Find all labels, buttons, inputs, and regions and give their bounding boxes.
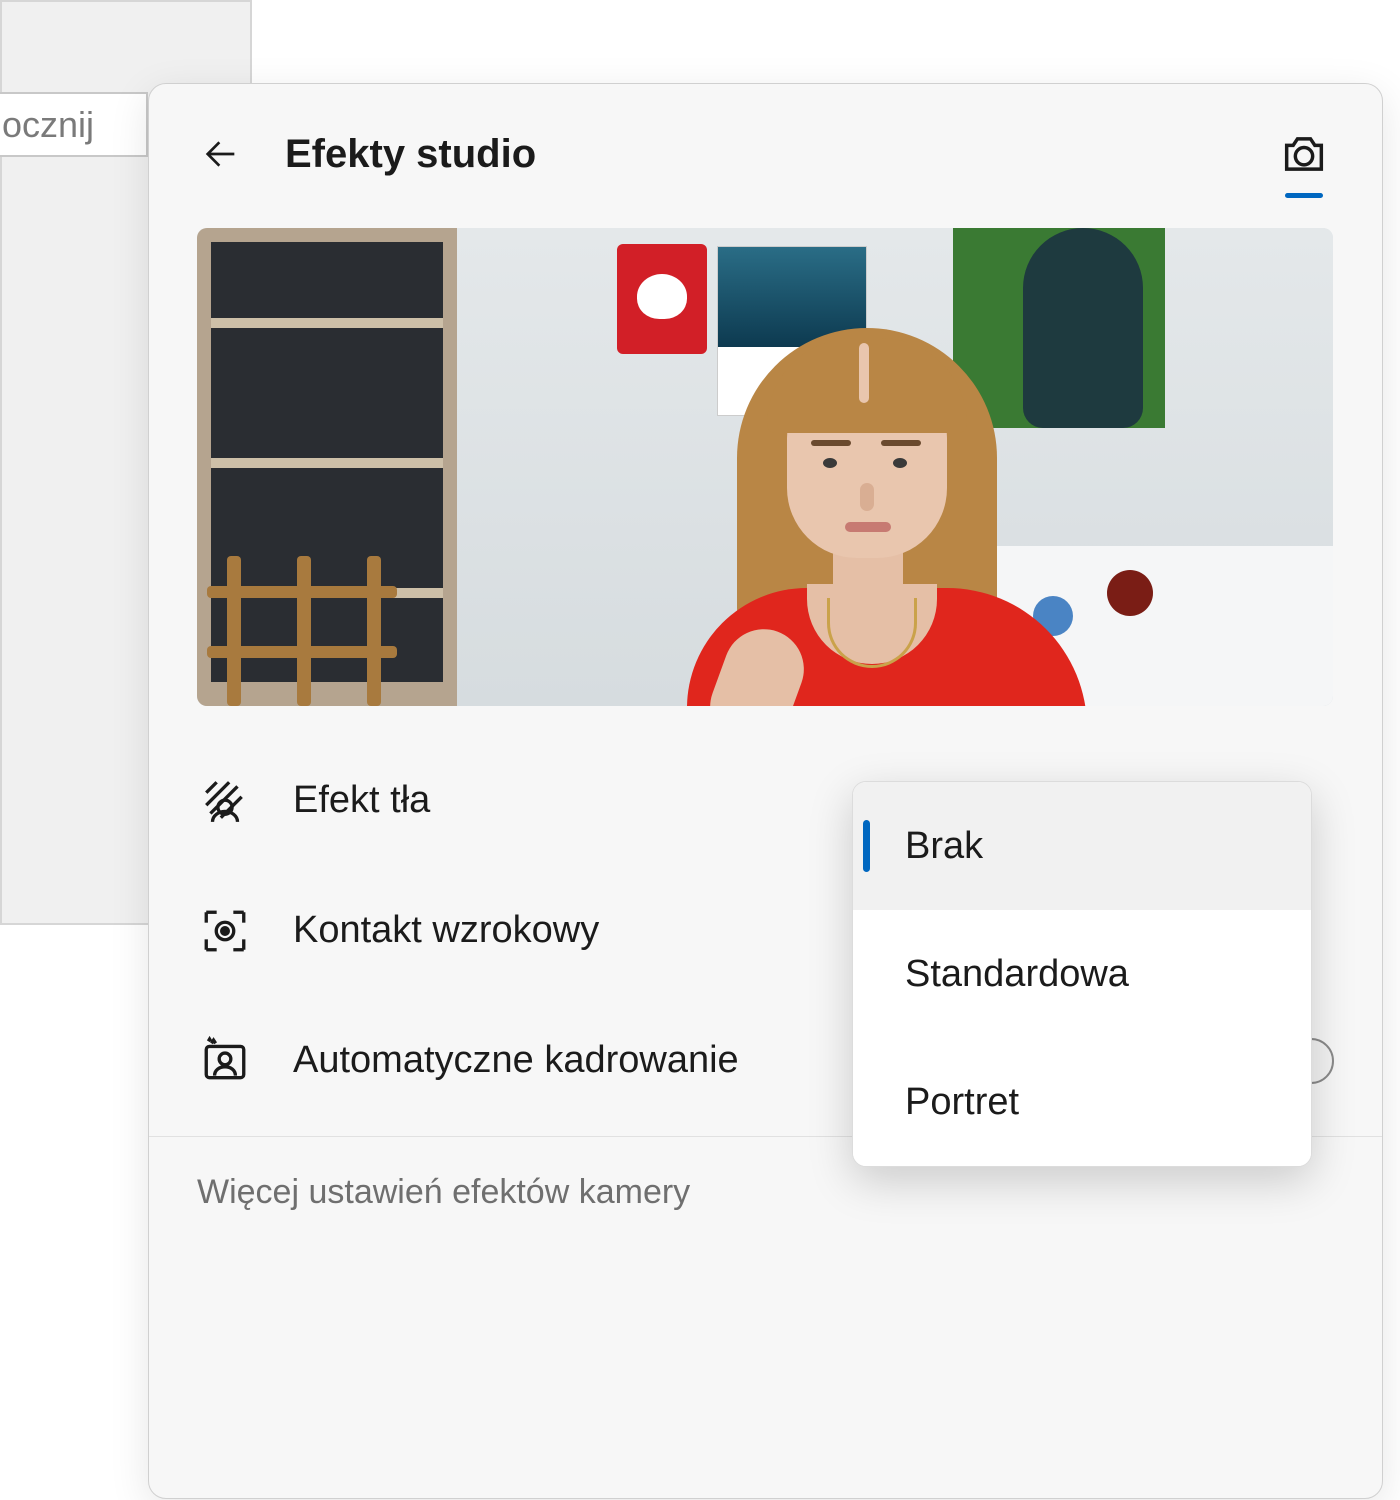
arrow-left-icon — [201, 134, 241, 174]
selection-indicator — [863, 820, 870, 872]
camera-preview — [197, 228, 1333, 706]
camera-tab-indicator — [1285, 193, 1323, 198]
dropdown-item-label: Portret — [905, 1081, 1019, 1124]
more-camera-settings-text: Więcej ustawień efektów kamery — [197, 1173, 690, 1211]
camera-tab-button[interactable] — [1274, 124, 1334, 184]
dropdown-item-none[interactable]: Brak — [853, 782, 1311, 910]
dropdown-item-label: Brak — [905, 825, 983, 868]
panel-title: Efekty studio — [285, 132, 1234, 177]
back-button[interactable] — [197, 130, 245, 178]
eye-contact-icon — [197, 906, 253, 956]
partial-background-button-text: ocznij — [2, 104, 94, 146]
dropdown-item-standard[interactable]: Standardowa — [853, 910, 1311, 1038]
dropdown-item-label: Standardowa — [905, 953, 1129, 996]
dropdown-item-portrait[interactable]: Portret — [853, 1038, 1311, 1166]
camera-icon — [1278, 128, 1330, 180]
partial-background-button[interactable]: ocznij — [0, 92, 148, 157]
background-effect-icon — [197, 776, 253, 826]
background-effect-dropdown: Brak Standardowa Portret — [852, 781, 1312, 1167]
auto-framing-icon — [197, 1036, 253, 1086]
panel-header: Efekty studio — [149, 84, 1382, 214]
